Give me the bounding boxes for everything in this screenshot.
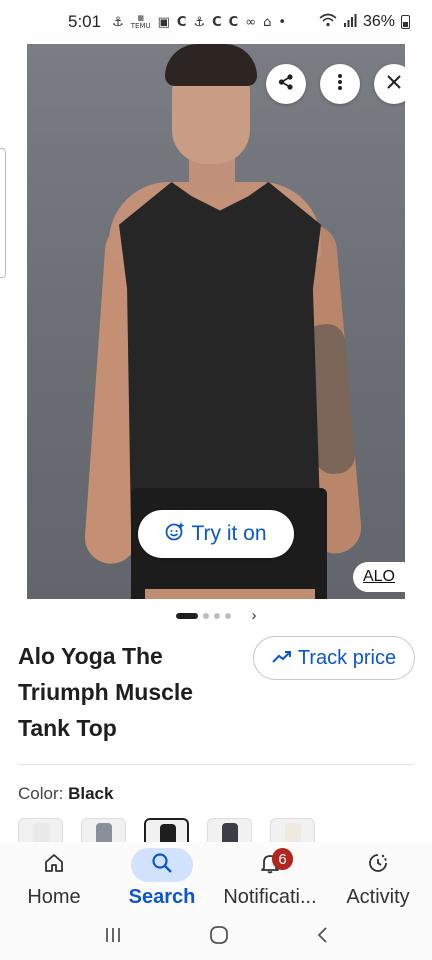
divider: [18, 764, 414, 765]
battery-percent: 36%: [362, 13, 395, 30]
nav-activity-label: Activity: [346, 886, 410, 908]
track-price-button[interactable]: Track price: [253, 636, 415, 680]
tank-top: [119, 182, 321, 538]
signal-icon: [343, 13, 357, 31]
pager-dot[interactable]: [202, 612, 209, 619]
home-icon: [43, 852, 65, 879]
status-time: 5:01: [68, 12, 102, 31]
chevron-right-icon[interactable]: ›: [252, 608, 257, 623]
model-hair: [165, 44, 257, 86]
image-pager: ›: [0, 608, 432, 623]
search-icon: [151, 852, 173, 879]
close-button[interactable]: [374, 64, 405, 104]
try-on-face-icon: [165, 521, 185, 547]
notification-icon: ⚓: [112, 14, 124, 30]
system-navigation-bar: [0, 914, 432, 960]
share-button[interactable]: [266, 64, 306, 104]
model-legs: [145, 589, 315, 599]
back-button[interactable]: [316, 926, 328, 949]
wifi-icon: [319, 13, 337, 31]
try-it-on-button[interactable]: Try it on: [138, 510, 294, 558]
home-status-icon: ⌂: [263, 14, 272, 30]
pager-dot[interactable]: [213, 612, 220, 619]
status-bar: 5:01 ⚓ ▦ TEMU ▣ C ⚓ C C ∞ ⌂ • 36%: [0, 0, 432, 44]
c-app-icon: C: [212, 14, 222, 30]
battery-icon: [401, 15, 410, 29]
track-price-label: Track price: [297, 646, 397, 669]
share-icon: [277, 73, 295, 96]
nav-notifications-label: Notificati...: [223, 886, 317, 908]
nav-home-label: Home: [27, 886, 81, 908]
product-image[interactable]: Try it on ALO: [27, 44, 405, 599]
close-icon: [387, 74, 401, 94]
bottom-navigation: Home Search 6 Notificati... Activity: [0, 842, 432, 914]
nav-search[interactable]: Search: [108, 842, 216, 914]
nav-notifications[interactable]: 6 Notificati...: [216, 842, 324, 914]
try-it-on-label: Try it on: [191, 522, 267, 545]
more-vert-icon: [337, 73, 343, 96]
pager-dot-active[interactable]: [175, 612, 198, 619]
c-app-icon: C: [176, 14, 187, 30]
nav-search-label: Search: [128, 886, 196, 908]
activity-icon: [367, 852, 389, 879]
recent-apps-button[interactable]: [104, 927, 122, 948]
temu-icon: ▦ TEMU: [130, 14, 151, 30]
color-label-prefix: Color:: [18, 784, 64, 803]
pager-dot[interactable]: [224, 612, 231, 619]
trend-icon: [272, 647, 292, 670]
product-title: Alo Yoga The Triumph Muscle Tank Top: [18, 643, 194, 741]
nav-home[interactable]: Home: [0, 842, 108, 914]
c-app-icon: C: [228, 14, 239, 30]
notification-badge: 6: [272, 848, 293, 870]
color-label: Color: Black: [18, 784, 113, 804]
notification-icon: ⚓: [193, 14, 206, 30]
temu-text: TEMU: [130, 22, 151, 30]
brand-tag[interactable]: ALO: [352, 562, 405, 592]
nav-activity[interactable]: Activity: [324, 842, 432, 914]
side-panel-handle[interactable]: [0, 148, 6, 278]
dot-icon: •: [278, 14, 286, 30]
more-options-button[interactable]: [320, 64, 360, 104]
voicemail-icon: ∞: [245, 14, 257, 30]
color-value: Black: [68, 784, 114, 803]
instagram-icon: ▣: [157, 14, 170, 30]
home-nav-button[interactable]: [209, 925, 229, 950]
